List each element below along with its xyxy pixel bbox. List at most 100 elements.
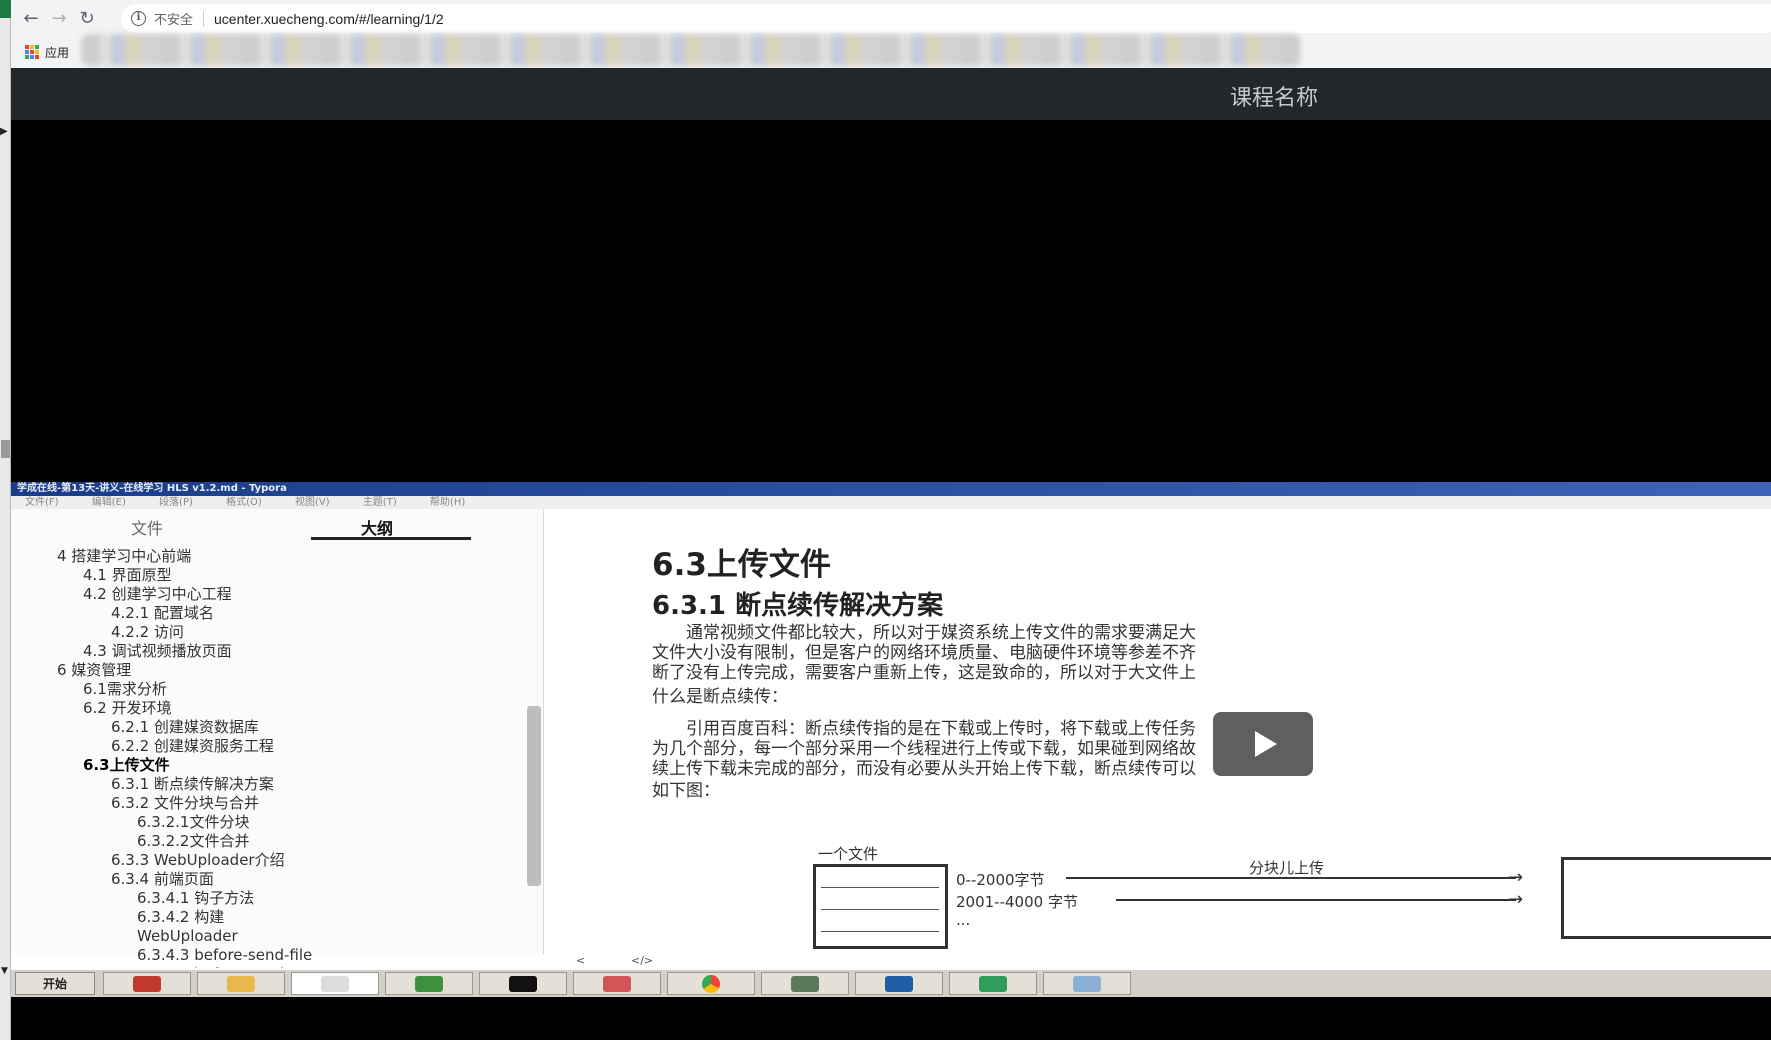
outline-item: 6.3.2.1文件分块 bbox=[137, 813, 250, 831]
menu-item: 主题(T) bbox=[362, 497, 397, 508]
forward-icon[interactable]: → bbox=[45, 4, 73, 32]
address-bar[interactable]: i 不安全 ucenter.xuecheng.com/#/learning/1/… bbox=[121, 4, 1771, 33]
outline-item: 6 媒资管理 bbox=[57, 661, 132, 679]
apps-label[interactable]: 应用 bbox=[45, 44, 69, 61]
status-arrow: < bbox=[576, 954, 586, 967]
sidebar-tabs: 文件 大纲 bbox=[11, 509, 544, 543]
typora-status-bar: < </> bbox=[556, 954, 1771, 968]
typora-document: 6.3上传文件 6.3.1 断点续传解决方案 通常视频文件都比较大，所以对于媒资… bbox=[556, 509, 1771, 954]
bookmarks-bar: 应用 bbox=[11, 38, 1771, 66]
reload-icon[interactable]: ↻ bbox=[73, 4, 101, 32]
sidebar-scrollbar bbox=[527, 706, 541, 886]
tab-outline: 大纲 bbox=[361, 519, 394, 538]
paragraph-line: 引用百度百科：断点续传指的是在下载或上传时，将下载或上传任务 bbox=[652, 719, 1196, 739]
outline-item: 6.2.1 创建媒资数据库 bbox=[111, 718, 259, 736]
play-icon bbox=[1255, 731, 1277, 757]
paragraph-2: 引用百度百科：断点续传指的是在下载或上传时，将下载或上传任务 为几个部分，每一个… bbox=[652, 719, 1771, 779]
menu-item: 编辑(E) bbox=[91, 497, 126, 508]
menu-item: 格式(O) bbox=[226, 497, 262, 508]
paragraph-line: 文件大小没有限制，但是客户的网络环境质量、电脑硬件环境等参差不齐 bbox=[652, 643, 1196, 663]
chunk-label-1: 0--2000字节 bbox=[956, 871, 1045, 889]
arrow-head-icon: → bbox=[1508, 889, 1524, 910]
taskbar-app bbox=[385, 972, 473, 995]
course-title: 课程名称 bbox=[1230, 86, 1319, 111]
back-icon[interactable]: ← bbox=[17, 4, 45, 32]
outline-list: 4 搭建学习中心前端 4.1 界面原型 4.2 创建学习中心工程 4.2.1 配置域名… bbox=[11, 547, 531, 984]
taskbar-app bbox=[855, 972, 943, 995]
app-icon bbox=[0, 0, 11, 18]
menu-item: 文件(F) bbox=[25, 497, 59, 508]
url-text[interactable]: ucenter.xuecheng.com/#/learning/1/2 bbox=[214, 11, 444, 27]
outline-item: 4 搭建学习中心前端 bbox=[57, 547, 192, 565]
outline-item: 6.3.4.3 before-send-file bbox=[137, 946, 313, 964]
taskbar-app bbox=[761, 972, 849, 995]
taskbar-app bbox=[949, 972, 1037, 995]
page-header bbox=[11, 68, 1771, 120]
file-box bbox=[813, 864, 948, 949]
taskbar-app bbox=[573, 972, 661, 995]
target-box bbox=[1561, 857, 1771, 939]
taskbar-app bbox=[479, 972, 567, 995]
windows-taskbar: 开始 bbox=[11, 968, 1771, 997]
chunk-more: ... bbox=[956, 911, 971, 929]
omnibox-divider bbox=[203, 10, 205, 27]
taskbar-app bbox=[1043, 972, 1131, 995]
file-row-line bbox=[821, 909, 939, 910]
paragraph-line: 为几个部分，每一个部分采用一个线程进行上传或下载，如果碰到网络故 bbox=[652, 739, 1196, 759]
browser-chrome: ← → ↻ i 不安全 ucenter.xuecheng.com/#/learn… bbox=[11, 0, 1771, 68]
menu-item: 段落(P) bbox=[159, 497, 193, 508]
file-label: 一个文件 bbox=[818, 845, 879, 863]
outline-item: 6.3.4.1 钩子方法 bbox=[137, 889, 255, 907]
typora-menu-bar: 文件(F) 编辑(E) 段落(P) 格式(O) 视图(V) 主题(T) 帮助(H… bbox=[11, 496, 1771, 509]
outline-item: 4.1 界面原型 bbox=[83, 566, 172, 584]
question-line: 什么是断点续传： bbox=[652, 687, 788, 707]
chevron-down-icon: ▼ bbox=[1, 966, 8, 976]
paragraph-line: 续上传下载未完成的部分，而没有必要从头开始上传下载，断点续传可以 bbox=[652, 759, 1196, 779]
caret-right-icon: ▶ bbox=[0, 126, 8, 137]
outline-item: WebUploader bbox=[137, 927, 238, 945]
outline-item: 4.3 调试视频播放页面 bbox=[83, 642, 232, 660]
typora-sidebar: 文件 大纲 4 搭建学习中心前端 4.1 界面原型 4.2 创建学习中心工程 4.2.… bbox=[11, 509, 544, 983]
chunk-diagram: 一个文件 分块儿上传 0--2000字节 2001--4000 字节 ... →… bbox=[556, 809, 1771, 954]
arrow-line bbox=[1066, 877, 1516, 879]
outline-item: 6.3.2.2文件合并 bbox=[137, 832, 250, 850]
typora-title-bar: 学成在线-第13天-讲义-在线学习 HLS v1.2.md - Typora bbox=[11, 482, 1771, 496]
outline-item: 6.3.4.2 构建 bbox=[137, 908, 225, 926]
outline-item: 6.3.2 文件分块与合并 bbox=[111, 794, 259, 812]
active-tab-indicator bbox=[311, 537, 471, 540]
arrow-head-icon: → bbox=[1508, 867, 1524, 888]
outline-item: 6.3.4 前端页面 bbox=[111, 870, 214, 888]
outline-item: 6.2.2 创建媒资服务工程 bbox=[111, 737, 274, 755]
apps-grid-icon[interactable] bbox=[25, 45, 39, 59]
arrow-line bbox=[1116, 899, 1516, 901]
document-heading: 6.3上传文件 bbox=[652, 547, 831, 583]
play-button[interactable] bbox=[1213, 712, 1313, 776]
paragraph-1: 通常视频文件都比较大，所以对于媒资系统上传文件的需求要满足大 文件大小没有限制，… bbox=[652, 623, 1771, 683]
paragraph-line: 通常视频文件都比较大，所以对于媒资系统上传文件的需求要满足大 bbox=[652, 623, 1196, 643]
taskbar-app bbox=[103, 972, 191, 995]
outline-item: 4.2.1 配置域名 bbox=[111, 604, 214, 622]
outline-item: 4.2.2 访问 bbox=[111, 623, 184, 641]
outline-item: 6.2 开发环境 bbox=[83, 699, 172, 717]
source-code-icon: </> bbox=[631, 954, 654, 967]
security-label[interactable]: 不安全 bbox=[154, 9, 193, 28]
outline-item: 6.3上传文件 bbox=[83, 756, 170, 774]
info-icon[interactable]: i bbox=[131, 11, 146, 26]
menu-item: 帮助(H) bbox=[429, 497, 466, 508]
file-row-line bbox=[821, 931, 939, 932]
start-button: 开始 bbox=[15, 972, 95, 995]
browser-toolbar: ← → ↻ i 不安全 ucenter.xuecheng.com/#/learn… bbox=[11, 0, 1771, 36]
outline-item: 6.1需求分析 bbox=[83, 680, 167, 698]
outline-item: 6.3.3 WebUploader介绍 bbox=[111, 851, 285, 869]
tab-files: 文件 bbox=[131, 519, 164, 538]
side-scroll-marker bbox=[1, 440, 10, 458]
left-window-edge: ▶ ▼ bbox=[0, 0, 11, 1040]
figure-caption: 如下图： bbox=[652, 781, 720, 801]
video-frame-screen: 学成在线-第13天-讲义-在线学习 HLS v1.2.md - Typora 文… bbox=[11, 482, 1771, 997]
chrome-icon bbox=[667, 972, 755, 995]
taskbar-app bbox=[197, 972, 285, 995]
paragraph-line: 断了没有上传完成，需要客户重新上传，这是致命的，所以对于大文件上 bbox=[652, 663, 1196, 683]
document-subheading: 6.3.1 断点续传解决方案 bbox=[652, 591, 944, 621]
menu-item: 视图(V) bbox=[294, 497, 330, 508]
file-row-line bbox=[821, 887, 939, 888]
